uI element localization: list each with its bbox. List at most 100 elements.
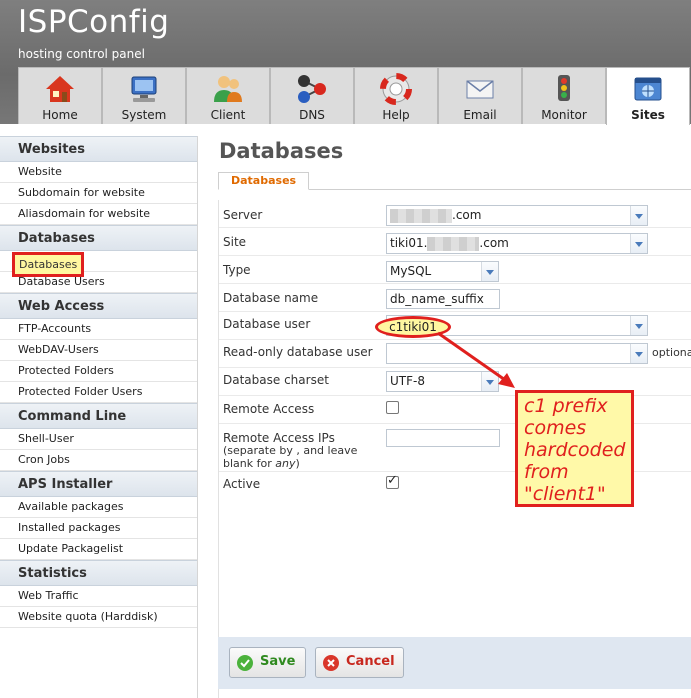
home-icon <box>46 76 74 102</box>
remote-ips-label-line3c: ) <box>295 457 300 470</box>
tab-label: Email <box>463 108 497 122</box>
app-window: ISPConfig hosting control panel Home Sys… <box>0 0 691 698</box>
sidebar-section-statistics: Statistics <box>0 560 197 586</box>
sidebar: Websites Website Subdomain for website A… <box>0 136 198 698</box>
sidebar-item-protected-folder-users[interactable]: Protected Folder Users <box>0 382 197 403</box>
site-value-suffix: .com <box>479 236 509 250</box>
lifebuoy-icon <box>380 73 412 105</box>
sidebar-item-databases[interactable]: Databases <box>0 251 197 277</box>
callout-line: comes <box>524 417 587 439</box>
envelope-icon <box>466 80 494 99</box>
header: ISPConfig hosting control panel Home Sys… <box>0 0 691 125</box>
sidebar-section-web-access: Web Access <box>0 293 197 319</box>
sidebar-item-website-quota[interactable]: Website quota (Harddisk) <box>0 607 197 628</box>
form-row-type: Type MySQL <box>219 256 691 284</box>
subtab-bar: Databases <box>218 171 691 190</box>
sidebar-item-cron-jobs[interactable]: Cron Jobs <box>0 450 197 471</box>
charset-value: UTF-8 <box>390 374 425 388</box>
type-label: Type <box>223 263 251 277</box>
save-button[interactable]: Save <box>229 647 306 678</box>
chevron-down-icon <box>630 344 647 363</box>
charset-label: Database charset <box>223 373 329 387</box>
redacted-text <box>390 208 452 223</box>
tab-label: Sites <box>631 108 665 122</box>
tab-home[interactable]: Home <box>18 67 102 124</box>
traffic-light-icon <box>558 75 570 101</box>
site-value-prefix: tiki01. <box>390 236 428 250</box>
sidebar-item-available-packages[interactable]: Available packages <box>0 497 197 518</box>
save-button-label: Save <box>260 654 296 669</box>
form-row-database-name: Database name db_name_suffix <box>219 284 691 312</box>
page-title: Databases <box>219 139 344 163</box>
sidebar-item-installed-packages[interactable]: Installed packages <box>0 518 197 539</box>
app-logo: ISPConfig <box>18 4 170 40</box>
sidebar-section-command-line: Command Line <box>0 403 197 429</box>
tab-email[interactable]: Email <box>438 67 522 124</box>
sidebar-item-aliasdomain[interactable]: Aliasdomain for website <box>0 204 197 225</box>
type-value: MySQL <box>390 264 432 278</box>
sidebar-section-databases: Databases <box>0 225 197 251</box>
tab-databases[interactable]: Databases <box>218 172 310 190</box>
dns-network-icon <box>298 75 326 103</box>
sidebar-item-update-packagelist[interactable]: Update Packagelist <box>0 539 197 560</box>
remote-access-label: Remote Access <box>223 402 315 416</box>
form-row-site: Site tiki01. .com <box>219 228 691 256</box>
readonly-user-select[interactable] <box>386 343 648 364</box>
sidebar-item-web-traffic[interactable]: Web Traffic <box>0 586 197 607</box>
sidebar-item-webdav-users[interactable]: WebDAV-Users <box>0 340 197 361</box>
callout-line: hardcoded <box>524 439 626 461</box>
charset-select[interactable]: UTF-8 <box>386 371 499 392</box>
sidebar-item-ftp-accounts[interactable]: FTP-Accounts <box>0 319 197 340</box>
form-row-server: Server .com <box>219 200 691 228</box>
sidebar-section-websites: Websites <box>0 136 197 162</box>
chevron-down-icon <box>630 206 647 225</box>
tab-sites[interactable]: Sites <box>606 67 690 125</box>
tab-label: Help <box>382 108 410 122</box>
readonly-user-note: optiona <box>652 346 691 359</box>
sites-globe-icon <box>634 77 662 101</box>
tab-label: Monitor <box>541 108 587 122</box>
redacted-text <box>427 236 480 251</box>
tab-label: Client <box>210 108 246 122</box>
remote-ips-input[interactable] <box>386 429 500 447</box>
cancel-button[interactable]: Cancel <box>315 647 404 678</box>
tab-client[interactable]: Client <box>186 67 270 124</box>
close-icon <box>323 655 339 671</box>
remote-ips-label-line3a: blank for <box>223 457 276 470</box>
tab-help[interactable]: Help <box>354 67 438 124</box>
chevron-down-icon <box>481 262 498 281</box>
sidebar-item-protected-folders[interactable]: Protected Folders <box>0 361 197 382</box>
tab-label: Home <box>42 108 78 122</box>
tab-label: DNS <box>299 108 325 122</box>
database-name-label: Database name <box>223 291 319 305</box>
checkmark-icon <box>237 655 253 671</box>
chevron-down-icon <box>630 316 647 335</box>
readonly-user-label: Read-only database user <box>223 345 373 359</box>
database-name-input[interactable]: db_name_suffix <box>386 289 500 309</box>
sidebar-item-shell-user[interactable]: Shell-User <box>0 429 197 450</box>
active-label: Active <box>223 477 261 491</box>
server-select[interactable]: .com <box>386 205 648 226</box>
server-value: .com <box>452 208 482 222</box>
form-row-readonly-user: Read-only database user optiona <box>219 340 691 368</box>
site-select[interactable]: tiki01. .com <box>386 233 648 254</box>
sidebar-item-website[interactable]: Website <box>0 162 197 183</box>
app-tagline: hosting control panel <box>18 47 145 61</box>
computer-icon <box>131 76 157 102</box>
remote-ips-label-line3b: any <box>275 457 296 470</box>
button-bar: Save Cancel <box>218 637 691 689</box>
chevron-down-icon <box>481 372 498 391</box>
sidebar-item-subdomain[interactable]: Subdomain for website <box>0 183 197 204</box>
server-label: Server <box>223 208 263 222</box>
database-user-value-highlight: c1tiki01 <box>375 316 451 338</box>
tab-monitor[interactable]: Monitor <box>522 67 606 124</box>
remote-access-checkbox[interactable] <box>386 401 399 414</box>
tab-system[interactable]: System <box>102 67 186 124</box>
type-select[interactable]: MySQL <box>386 261 499 282</box>
remote-ips-label-line2: (separate by , and leave <box>223 444 358 457</box>
tab-dns[interactable]: DNS <box>270 67 354 124</box>
sidebar-item-label: Databases <box>12 252 85 277</box>
active-checkbox[interactable] <box>386 473 399 489</box>
chevron-down-icon <box>630 234 647 253</box>
remote-ips-label-line1: Remote Access IPs <box>223 431 335 445</box>
